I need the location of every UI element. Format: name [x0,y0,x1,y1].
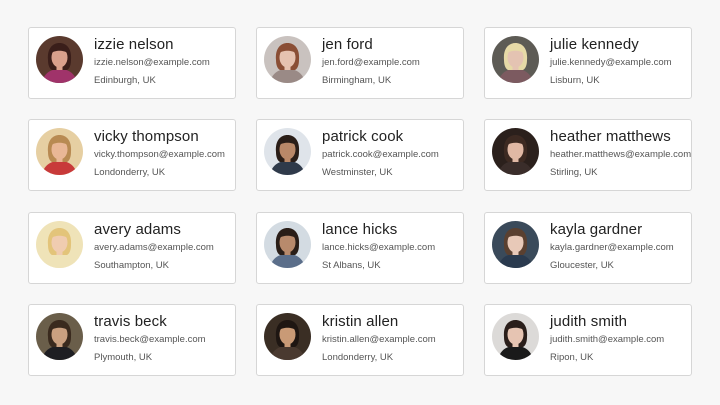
user-name: kristin allen [322,313,399,330]
user-name: lance hicks [322,221,398,238]
user-location: Londonderry, UK [322,352,394,363]
user-card-grid: izzie nelson izzie.nelson@example.com Ed… [0,0,720,405]
user-location: St Albans, UK [322,260,381,271]
user-location: Londonderry, UK [94,167,166,178]
user-location: Lisburn, UK [550,75,600,86]
user-card[interactable]: lance hicks lance.hicks@example.com St A… [256,212,464,284]
user-name: izzie nelson [94,36,174,53]
user-name: patrick cook [322,128,404,145]
user-location: Stirling, UK [550,167,598,178]
user-name: avery adams [94,221,181,238]
avatar [36,221,83,268]
user-email: travis.beck@example.com [94,334,206,345]
user-email: lance.hicks@example.com [322,242,436,253]
user-location: Southampton, UK [94,260,169,271]
user-location: Birmingham, UK [322,75,392,86]
user-name: judith smith [550,313,628,330]
avatar [492,128,539,175]
avatar [492,221,539,268]
avatar [36,128,83,175]
user-email: jen.ford@example.com [322,57,420,68]
user-location: Plymouth, UK [94,352,153,363]
avatar [492,313,539,360]
user-card[interactable]: vicky thompson vicky.thompson@example.co… [28,119,236,191]
user-name: heather matthews [550,128,671,145]
user-card[interactable]: izzie nelson izzie.nelson@example.com Ed… [28,27,236,99]
user-card[interactable]: avery adams avery.adams@example.com Sout… [28,212,236,284]
avatar [264,128,311,175]
user-location: Westminster, UK [322,167,393,178]
user-location: Gloucester, UK [550,260,614,271]
user-email: kayla.gardner@example.com [550,242,674,253]
user-name: kayla gardner [550,221,643,238]
avatar [36,313,83,360]
user-name: julie kennedy [550,36,639,53]
user-email: heather.matthews@example.com [550,149,692,160]
user-card[interactable]: kristin allen kristin.allen@example.com … [256,304,464,376]
user-name: vicky thompson [94,128,199,145]
user-email: kristin.allen@example.com [322,334,436,345]
user-email: avery.adams@example.com [94,242,214,253]
user-location: Ripon, UK [550,352,594,363]
avatar [264,313,311,360]
user-card[interactable]: travis beck travis.beck@example.com Plym… [28,304,236,376]
user-email: judith.smith@example.com [550,334,665,345]
user-card[interactable]: julie kennedy julie.kennedy@example.com … [484,27,692,99]
avatar [264,36,311,83]
user-name: jen ford [322,36,373,53]
avatar [264,221,311,268]
user-email: vicky.thompson@example.com [94,149,225,160]
user-email: izzie.nelson@example.com [94,57,210,68]
user-card[interactable]: jen ford jen.ford@example.com Birmingham… [256,27,464,99]
user-card[interactable]: kayla gardner kayla.gardner@example.com … [484,212,692,284]
user-location: Edinburgh, UK [94,75,156,86]
avatar [36,36,83,83]
user-card[interactable]: patrick cook patrick.cook@example.com We… [256,119,464,191]
avatar [492,36,539,83]
user-name: travis beck [94,313,167,330]
user-email: patrick.cook@example.com [322,149,439,160]
user-card[interactable]: judith smith judith.smith@example.com Ri… [484,304,692,376]
user-card[interactable]: heather matthews heather.matthews@exampl… [484,119,692,191]
user-email: julie.kennedy@example.com [550,57,672,68]
